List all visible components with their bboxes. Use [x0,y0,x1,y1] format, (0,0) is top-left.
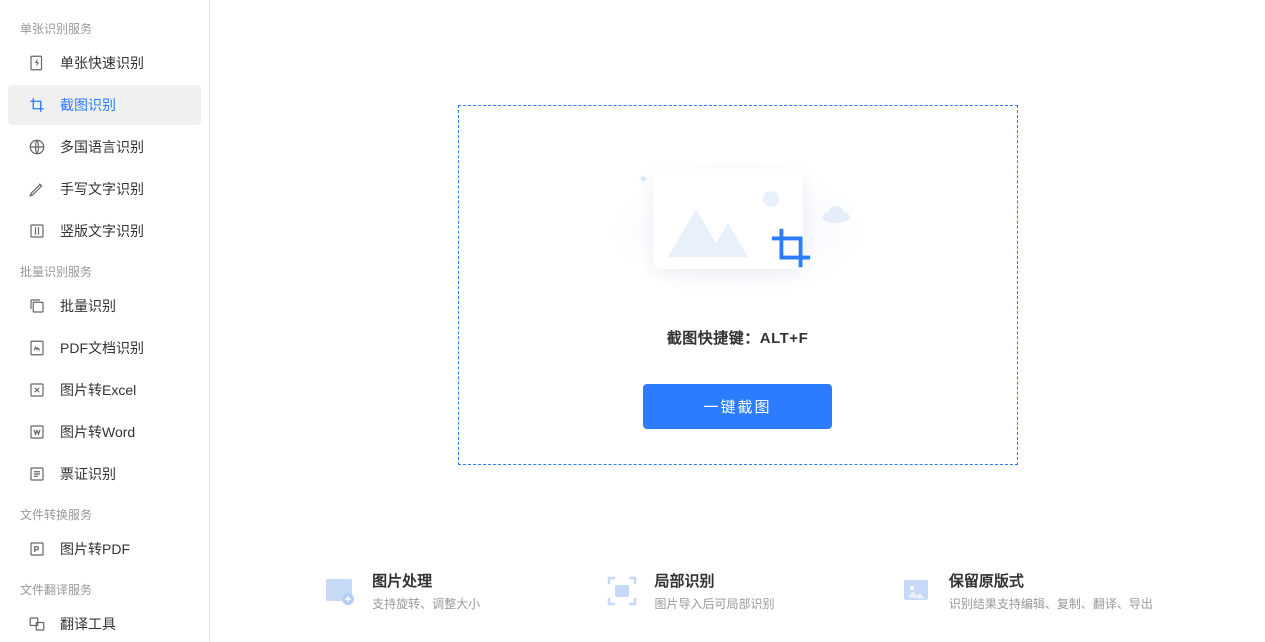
sidebar-item-multilang[interactable]: 多国语言识别 [8,127,201,167]
sidebar-item-handwriting[interactable]: 手写文字识别 [8,169,201,209]
feature-desc: 图片导入后可局部识别 [654,595,774,612]
sidebar-item-label: 图片转Word [60,422,135,442]
sidebar-item-img-to-pdf[interactable]: 图片转PDF [8,529,201,569]
sidebar-item-label: 手写文字识别 [60,179,144,199]
drop-zone[interactable]: ✦ · 截图快捷键：ALT+F 一键截图 [458,105,1018,465]
bolt-doc-icon [28,54,46,72]
sidebar: 单张识别服务 单张快速识别 截图识别 多国语言识别 手写文字识别 竖版文字识别 … [0,0,210,642]
feature-desc: 支持旋转、调整大小 [372,595,480,612]
sidebar-item-label: 截图识别 [60,95,116,115]
section-header-translate: 文件翻译服务 [0,571,209,604]
pdf-convert-icon [28,540,46,558]
feature-desc: 识别结果支持编辑、复制、翻译、导出 [949,595,1153,612]
word-icon [28,423,46,441]
capture-button[interactable]: 一键截图 [643,384,831,429]
sidebar-item-quick-recognize[interactable]: 单张快速识别 [8,43,201,83]
crop-overlay-icon [768,225,814,271]
sidebar-item-img-to-word[interactable]: 图片转Word [8,412,201,452]
pen-icon [28,180,46,198]
shortcut-label: 截图快捷键：ALT+F [667,327,808,348]
feature-image-process: 图片处理 支持旋转、调整大小 [322,570,480,612]
ufo-icon [822,211,850,223]
sidebar-item-label: 多国语言识别 [60,137,144,157]
sidebar-item-label: 批量识别 [60,296,116,316]
canvas-area: ✦ · 截图快捷键：ALT+F 一键截图 [210,0,1265,560]
main-content: ✦ · 截图快捷键：ALT+F 一键截图 图片处理 支持旋转、调整大小 [210,0,1265,642]
image-process-icon [322,573,358,609]
sidebar-item-batch-recognize[interactable]: 批量识别 [8,286,201,326]
sidebar-item-label: PDF文档识别 [60,338,144,358]
pdf-icon [28,339,46,357]
sidebar-item-label: 图片转Excel [60,380,136,400]
feature-keep-layout: 保留原版式 识别结果支持编辑、复制、翻译、导出 [899,570,1153,612]
sidebar-item-img-to-excel[interactable]: 图片转Excel [8,370,201,410]
placeholder-illustration: ✦ · [608,151,868,301]
sidebar-item-label: 票证识别 [60,464,116,484]
feature-row: 图片处理 支持旋转、调整大小 局部识别 图片导入后可局部识别 保留原版式 识别结… [210,560,1265,642]
feature-title: 局部识别 [654,570,774,591]
sidebar-item-pdf-recognize[interactable]: PDF文档识别 [8,328,201,368]
sidebar-item-screenshot-recognize[interactable]: 截图识别 [8,85,201,125]
sidebar-item-label: 翻译工具 [60,614,116,634]
keep-layout-icon [899,573,935,609]
sidebar-item-label: 竖版文字识别 [60,221,144,241]
sidebar-item-label: 图片转PDF [60,539,130,559]
globe-icon [28,138,46,156]
sidebar-item-translate-tool[interactable]: 翻译工具 [8,604,201,642]
vertical-text-icon [28,222,46,240]
stack-icon [28,297,46,315]
feature-title: 保留原版式 [949,570,1153,591]
feature-partial-recognize: 局部识别 图片导入后可局部识别 [604,570,774,612]
partial-recognize-icon [604,573,640,609]
translate-icon [28,615,46,633]
sidebar-item-vertical-text[interactable]: 竖版文字识别 [8,211,201,251]
section-header-single: 单张识别服务 [0,10,209,43]
receipt-icon [28,465,46,483]
sidebar-item-receipt-recognize[interactable]: 票证识别 [8,454,201,494]
feature-title: 图片处理 [372,570,480,591]
section-header-convert: 文件转换服务 [0,496,209,529]
excel-icon [28,381,46,399]
section-header-batch: 批量识别服务 [0,253,209,286]
sidebar-item-label: 单张快速识别 [60,53,144,73]
crop-icon [28,96,46,114]
